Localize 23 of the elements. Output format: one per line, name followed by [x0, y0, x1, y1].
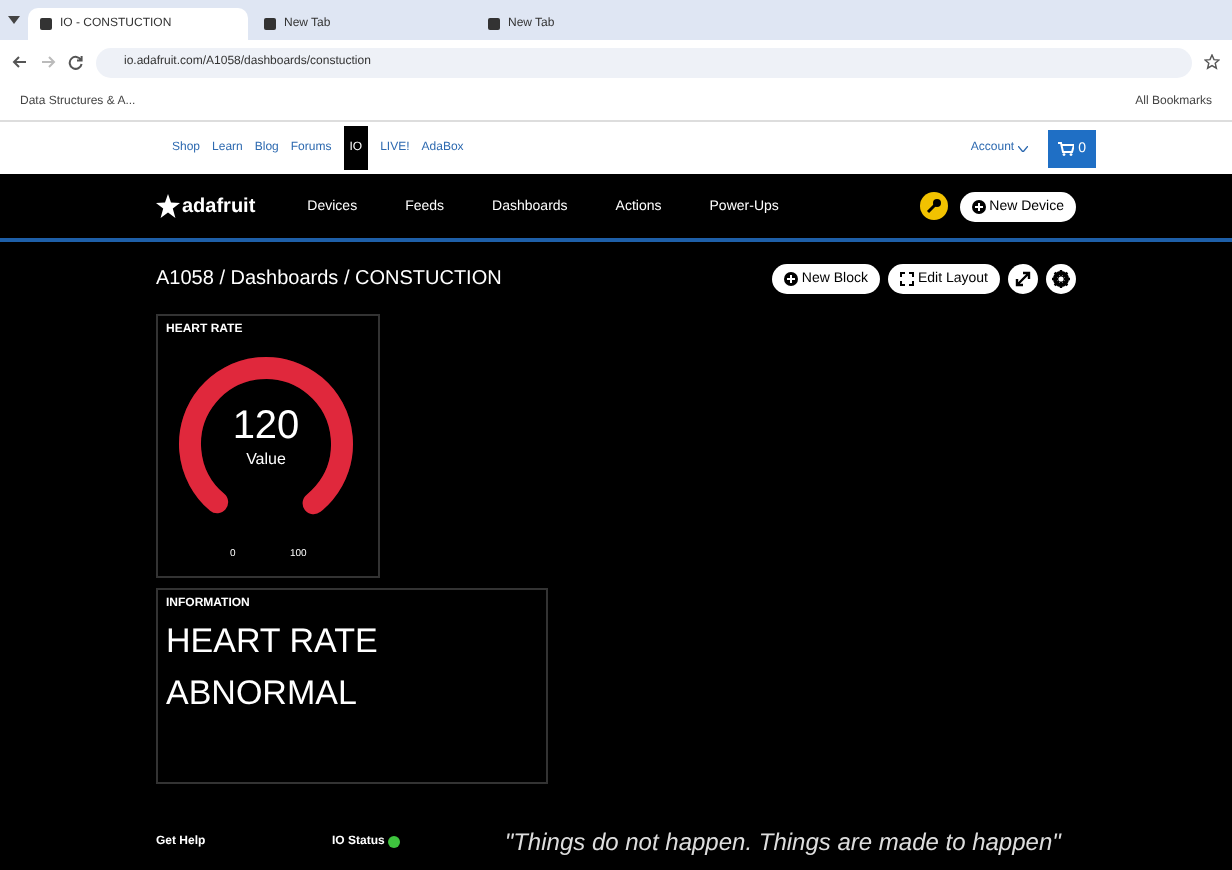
- back-icon[interactable]: [12, 54, 28, 70]
- gauge-caption: Value: [246, 450, 286, 468]
- tab-favicon-icon: [40, 18, 52, 30]
- plus-icon: [783, 271, 798, 285]
- plus-icon: [971, 199, 986, 213]
- info-text: ABNORMAL: [166, 674, 359, 714]
- key-icon[interactable]: [919, 192, 948, 220]
- tab-favicon-icon: [488, 18, 500, 30]
- cart-icon: [1058, 141, 1075, 155]
- star-icon[interactable]: [1204, 54, 1220, 70]
- fullscreen-icon[interactable]: [1008, 263, 1038, 293]
- brand-name[interactable]: adafruit: [182, 196, 256, 218]
- tab-favicon-icon: [264, 18, 276, 30]
- breadcrumb: A1058 / Dashboards / CONSTUCTION: [156, 267, 502, 289]
- reload-icon[interactable]: [68, 54, 84, 70]
- footer-quote: "Things do not happen. Things are made to happen": [504, 828, 1061, 856]
- info-text: HEART RATE: [166, 622, 380, 662]
- corners-icon: [899, 271, 914, 285]
- gauge-value: 120: [232, 404, 300, 450]
- caret-icon: [1018, 145, 1029, 151]
- tab-menu-icon[interactable]: [8, 16, 20, 24]
- settings-icon[interactable]: [1046, 263, 1076, 293]
- star-logo-icon: [156, 194, 180, 218]
